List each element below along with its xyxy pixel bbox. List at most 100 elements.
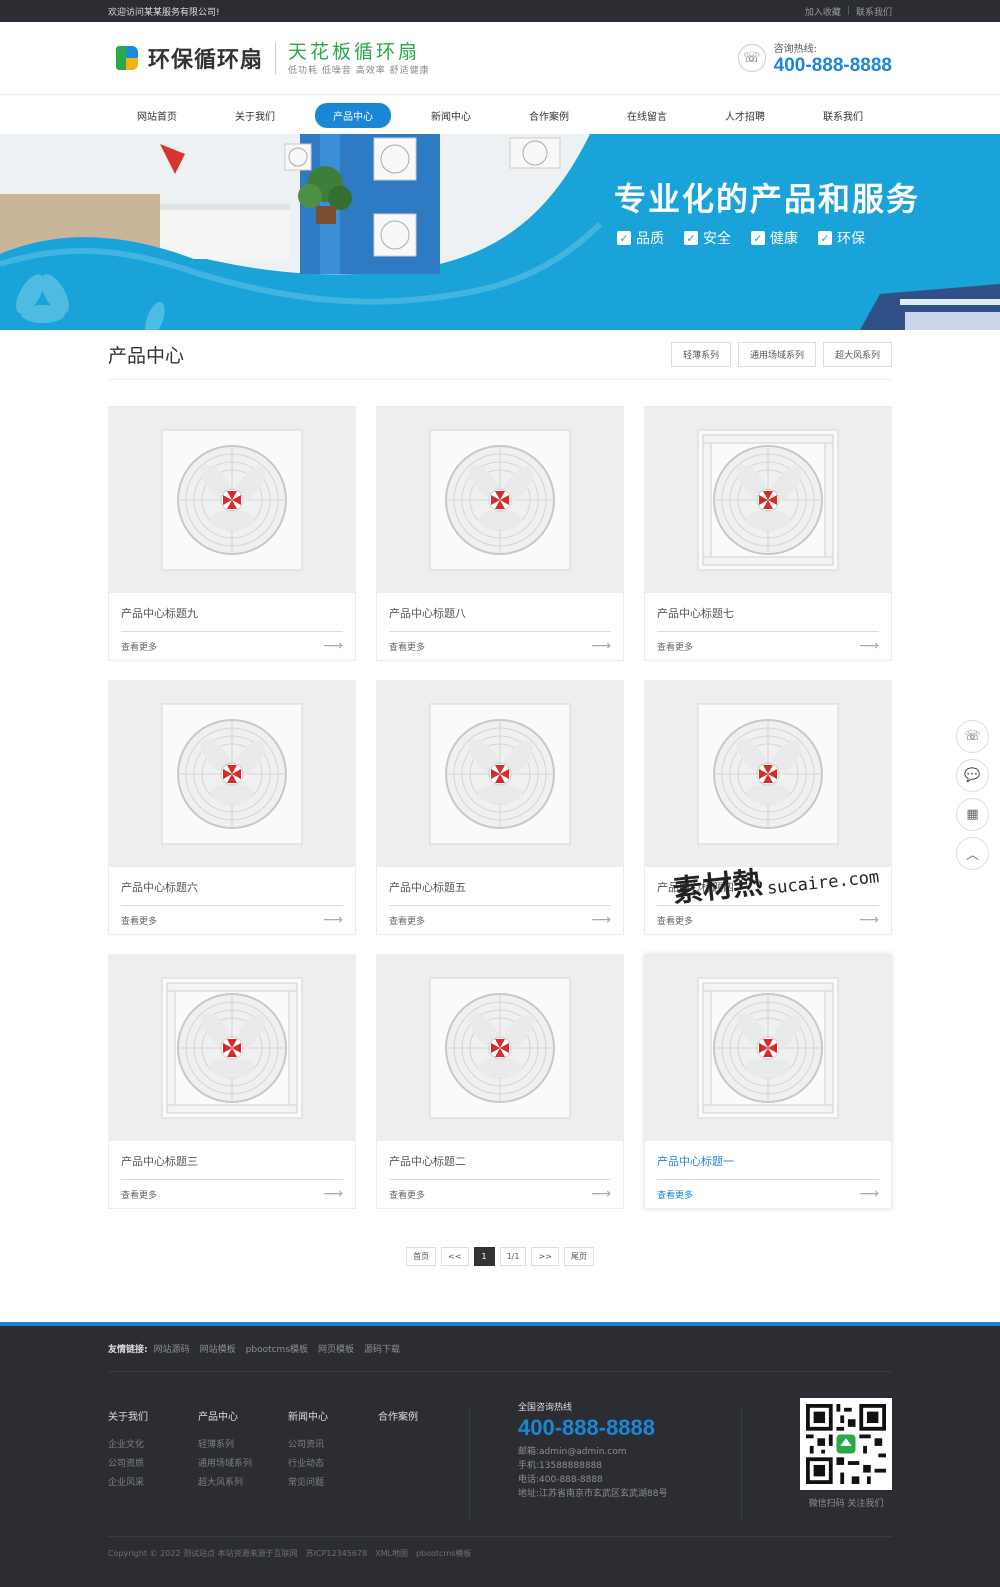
product-title[interactable]: 产品中心标题八 [389,605,611,632]
footer-address: 地址:江苏省南京市玄武区玄武湖88号 [518,1489,668,1499]
view-more-link[interactable]: 查看更多 ⟶ [121,912,343,928]
product-card[interactable]: 产品中心标题八 查看更多 ⟶ [376,406,624,661]
page-first-button[interactable]: 首页 [406,1247,437,1266]
category-light[interactable]: 轻薄系列 [670,342,731,367]
check-icon: ✓ [751,231,765,245]
pagination: 首页 << 1 1/1 >> 尾页 [0,1247,1000,1266]
footer-link[interactable]: 通用场域系列 [198,1456,288,1469]
nav-item-contact[interactable]: 联系我们 [794,103,892,128]
product-title[interactable]: 产品中心标题五 [389,879,611,906]
footer-tel: 电话:400-888-8888 [518,1475,603,1485]
view-more-link[interactable]: 查看更多 ⟶ [389,912,611,928]
view-more-label: 查看更多 [389,1190,426,1201]
footer-col-title[interactable]: 关于我们 [108,1408,198,1423]
product-card[interactable]: 产品中心标题一 查看更多 ⟶ [644,954,892,1209]
footer-link[interactable]: 轻薄系列 [198,1437,288,1450]
friend-link[interactable]: 源码下载 [364,1342,400,1355]
footer-link[interactable]: 公司资质 [108,1456,198,1469]
view-more-label: 查看更多 [121,1190,158,1201]
nav-item-message[interactable]: 在线留言 [598,103,696,128]
product-title[interactable]: 产品中心标题一 [657,1153,879,1180]
nav-item-news[interactable]: 新闻中心 [402,103,500,128]
product-image[interactable] [645,681,891,867]
product-card[interactable]: 产品中心标题六 查看更多 ⟶ [108,680,356,935]
category-general[interactable]: 通用场域系列 [737,342,816,367]
icp-link[interactable]: 苏ICP12345678 [306,1548,368,1559]
footer-col-title[interactable]: 产品中心 [198,1408,288,1423]
product-card[interactable]: 产品中心标题三 查看更多 ⟶ [108,954,356,1209]
footer-link[interactable]: 超大风系列 [198,1475,288,1488]
product-image[interactable] [377,681,623,867]
footer-col-title[interactable]: 新闻中心 [288,1408,378,1423]
product-title[interactable]: 产品中心标题九 [121,605,343,632]
friend-link[interactable]: 网站模板 [200,1342,236,1355]
nav-item-cases[interactable]: 合作案例 [500,103,598,128]
view-more-link[interactable]: 查看更多 ⟶ [389,1186,611,1202]
product-image[interactable] [377,407,623,593]
contact-link[interactable]: 联系我们 [856,5,892,18]
product-image[interactable] [109,955,355,1141]
add-favorite-link[interactable]: 加入收藏 [805,5,841,18]
qrcode-image [800,1398,892,1490]
product-image[interactable] [645,407,891,593]
view-more-link[interactable]: 查看更多 ⟶ [389,638,611,654]
slogan-title: 天花板循环扇 [288,40,421,63]
footer-link[interactable]: 公司资讯 [288,1437,378,1450]
page-title: 产品中心 [108,345,185,367]
footer-link[interactable]: 常见问题 [288,1475,378,1488]
product-image[interactable] [109,407,355,593]
back-to-top-icon[interactable]: ︿ [956,837,989,870]
hotline-number: 400-888-8888 [773,54,892,76]
view-more-link[interactable]: 查看更多 ⟶ [121,638,343,654]
product-card[interactable]: 产品中心标题七 查看更多 ⟶ [644,406,892,661]
product-image[interactable] [377,955,623,1141]
qrcode-icon[interactable]: ▦ [956,798,989,831]
product-image[interactable] [645,955,891,1141]
nav-item-jobs[interactable]: 人才招聘 [696,103,794,128]
product-grid: 产品中心标题九 查看更多 ⟶ 产品中心标题八 查看更多 ⟶ 产品中心标题七 查看… [108,406,892,1209]
category-large[interactable]: 超大风系列 [822,342,892,367]
product-card[interactable]: 产品中心标题九 查看更多 ⟶ [108,406,356,661]
view-more-link[interactable]: 查看更多 ⟶ [657,638,879,654]
nav-item-about[interactable]: 关于我们 [206,103,304,128]
phone-icon[interactable]: ☏ [956,720,989,753]
friend-link[interactable]: 网页模板 [318,1342,354,1355]
product-card[interactable]: 产品中心标题二 查看更多 ⟶ [376,954,624,1209]
footer-col-products: 产品中心 轻薄系列 通用场域系列 超大风系列 [198,1408,288,1520]
sitemap-link[interactable]: XML地图 [375,1548,408,1559]
page-last-button[interactable]: 尾页 [563,1247,594,1266]
category-filter: 轻薄系列 通用场域系列 超大风系列 [670,342,892,367]
nav-item-products[interactable]: 产品中心 [304,102,402,128]
footer-link[interactable]: 行业动态 [288,1456,378,1469]
product-title[interactable]: 产品中心标题七 [657,605,879,632]
view-more-link[interactable]: 查看更多 ⟶ [657,1186,879,1202]
product-image[interactable] [109,681,355,867]
page-prev-button[interactable]: << [441,1247,469,1266]
footer-link[interactable]: 企业风采 [108,1475,198,1488]
footer-col-about: 关于我们 企业文化 公司资质 企业风采 [108,1408,198,1520]
arrow-right-icon: ⟶ [590,912,611,928]
product-card[interactable]: 产品中心标题五 查看更多 ⟶ [376,680,624,935]
arrow-right-icon: ⟶ [858,1186,879,1202]
banner-tag: ✓ 环保 [818,228,865,248]
friend-link[interactable]: 网站源码 [154,1342,190,1355]
pbootcms-link[interactable]: pbootcms模板 [416,1548,471,1559]
arrow-right-icon: ⟶ [322,638,343,654]
fan-product-image [697,703,839,845]
footer-link[interactable]: 企业文化 [108,1437,198,1450]
footer-col-title[interactable]: 合作案例 [378,1408,468,1423]
logo[interactable]: 环保循环扇 天花板循环扇 低功耗 低噪音 高效率 舒适健康 [116,41,430,76]
chat-icon[interactable]: 💬 [956,759,989,792]
view-more-link[interactable]: 查看更多 ⟶ [657,912,879,928]
friend-link[interactable]: pbootcms模板 [246,1342,308,1355]
nav-item-home[interactable]: 网站首页 [108,103,206,128]
top-bar: 欢迎访问某某服务有限公司! 加入收藏 | 联系我们 [0,0,1000,22]
product-title[interactable]: 产品中心标题三 [121,1153,343,1180]
hotline-label: 咨询热线: [773,43,818,55]
product-title[interactable]: 产品中心标题二 [389,1153,611,1180]
page-next-button[interactable]: >> [531,1247,559,1266]
product-title[interactable]: 产品中心标题六 [121,879,343,906]
fan-product-image [161,977,303,1119]
page-current-button[interactable]: 1 [473,1247,495,1266]
view-more-link[interactable]: 查看更多 ⟶ [121,1186,343,1202]
